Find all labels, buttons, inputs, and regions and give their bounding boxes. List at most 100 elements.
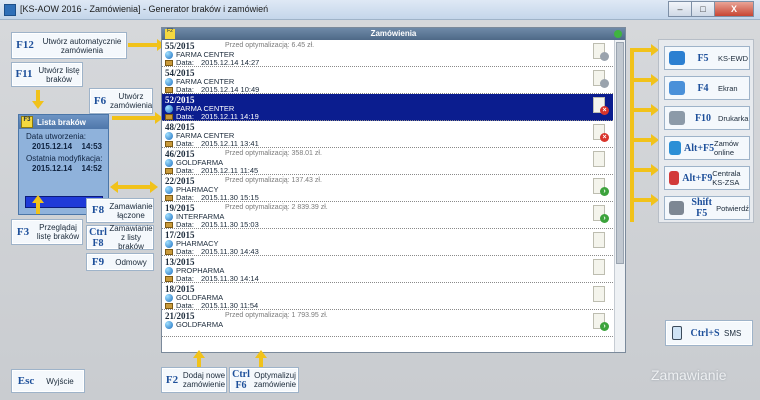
- arrow-right-2: [630, 74, 659, 86]
- created-value: 2015.12.14 14:53: [19, 141, 108, 151]
- orders-list: 55/2015 Przed optymalizacją: 6.45 zł. FA…: [162, 40, 613, 352]
- f12-auto-orders-button[interactable]: F12 Utwórz automatycznie zamówienia: [11, 32, 127, 59]
- f6-create-orders-button[interactable]: F6 Utwórz zamówienia: [89, 88, 153, 114]
- esc-exit-button[interactable]: Esc Wyjście: [11, 369, 85, 393]
- order-row[interactable]: 54/2015 FARMA CENTER Data: 2015.12.14 10…: [162, 67, 613, 94]
- scrollbar-thumb[interactable]: [616, 42, 624, 264]
- f11-key: F11: [15, 68, 33, 80]
- optimization-note: Przed optymalizacją: 6.45 zł.: [225, 42, 315, 49]
- arrow-right-4: [630, 134, 659, 146]
- f11-shortage-list-button[interactable]: F11 Utwórz listę braków: [11, 62, 83, 87]
- sms-key: Ctrl+S: [690, 327, 720, 339]
- printer-icon: [669, 111, 685, 125]
- order-row[interactable]: 13/2015 PROPHARMA Data: 2015.11.30 14:14: [162, 256, 613, 283]
- option-label: Drukarka: [718, 113, 749, 123]
- ctrl-f8-order-from-shortage-button[interactable]: Ctrl F8 Zamawianie z listy braków: [86, 224, 154, 251]
- order-row[interactable]: 46/2015 Przed optymalizacją: 358.01 zł. …: [162, 148, 613, 175]
- f3-label: Przeglądaj listę braków: [36, 223, 80, 241]
- ctrl-f6-optimize-button[interactable]: Ctrl F6 Optymalizuj zamówienie: [229, 367, 299, 393]
- title-bar: [KS-AOW 2016 - Zamówienia] - Generator b…: [0, 0, 760, 20]
- order-date: 2015.12.11 14:19: [200, 112, 259, 121]
- order-date-row: Data: 2015.12.11 14:19: [165, 112, 259, 121]
- status-icon: [600, 52, 609, 61]
- output-option-button[interactable]: Alt+F5 Zamów online: [664, 136, 750, 160]
- output-option-button[interactable]: F5 KS-EWD: [664, 46, 750, 70]
- confirm-icon: [669, 201, 685, 215]
- document-icon: [593, 232, 605, 248]
- ctrl-f8-key-modifier: Ctrl: [89, 226, 107, 238]
- ctrl-f8-key: Ctrl F8: [87, 227, 109, 249]
- created-label: Data utworzenia:: [26, 132, 87, 141]
- optimization-note: Przed optymalizacją: 358.01 zł.: [225, 150, 322, 157]
- created-date: 2015.12.14: [32, 142, 73, 151]
- orders-panel-header: F2 Zamówienia: [162, 28, 625, 40]
- order-date-label: Data:: [176, 193, 194, 202]
- orders-scrollbar[interactable]: [614, 40, 625, 352]
- refresh-icon[interactable]: [614, 30, 622, 38]
- arrow-link: [110, 181, 158, 193]
- order-date-label: Data:: [176, 247, 194, 256]
- maximize-button[interactable]: □: [691, 1, 715, 17]
- order-client: GOLDFARMA: [165, 320, 223, 329]
- minimize-button[interactable]: –: [668, 1, 692, 17]
- option-label: Ekran: [718, 83, 738, 93]
- orders-panel: F2 Zamówienia 55/2015 Przed optymalizacj…: [161, 27, 626, 353]
- order-row[interactable]: 19/2015 Przed optymalizacją: 2 839.39 zł…: [162, 202, 613, 229]
- close-button[interactable]: X: [714, 1, 754, 17]
- order-date-label: Data:: [176, 274, 194, 283]
- arrow-right-1: [630, 44, 659, 56]
- order-row[interactable]: 52/2015 FARMA CENTER Data: 2015.12.11 14…: [162, 94, 613, 121]
- option-key: Alt+F9: [682, 172, 713, 184]
- f8-combined-order-button[interactable]: F8 Zamawianie łączone: [86, 198, 154, 223]
- f3-badge: F3: [21, 116, 33, 128]
- order-date-row: Data: 2015.12.14 14:27: [165, 58, 259, 67]
- optimization-note: Przed optymalizacją: 137.43 zł.: [225, 177, 322, 184]
- package-icon: [165, 167, 173, 174]
- output-option-button[interactable]: F4 Ekran: [664, 76, 750, 100]
- output-option-button[interactable]: F10 Drukarka: [664, 106, 750, 130]
- f3-browse-shortage-button[interactable]: F3 Przeglądaj listę braków: [11, 219, 83, 245]
- right-bracket: [630, 48, 634, 222]
- option-label: Zamów online: [714, 139, 739, 157]
- cart-icon: [669, 141, 681, 155]
- package-icon: [165, 140, 173, 147]
- order-date-row: Data: 2015.12.11 11:45: [165, 166, 258, 175]
- order-row[interactable]: 22/2015 Przed optymalizacją: 137.43 zł. …: [162, 175, 613, 202]
- order-row[interactable]: 17/2015 PHARMACY Data: 2015.11.30 14:43: [162, 229, 613, 256]
- sms-button[interactable]: Ctrl+S SMS: [665, 320, 753, 346]
- window-controls: – □ X: [668, 1, 754, 17]
- orders-panel-title: Zamówienia: [370, 29, 417, 38]
- f2-key: F2: [165, 373, 179, 386]
- order-row[interactable]: 18/2015 GOLDFARMA Data: 2015.11.30 11:54: [162, 283, 613, 310]
- order-date-label: Data:: [176, 166, 194, 175]
- order-row[interactable]: 55/2015 Przed optymalizacją: 6.45 zł. FA…: [162, 40, 613, 67]
- arrow-f6: [112, 112, 163, 124]
- package-icon: [165, 113, 173, 120]
- phone-icon: [672, 326, 682, 340]
- order-date-label: Data:: [176, 301, 194, 310]
- shortage-list-header: F3 Lista braków: [19, 115, 108, 129]
- f6-key: F6: [93, 94, 107, 107]
- status-icon: ›: [600, 322, 609, 331]
- order-date: 2015.12.11 11:45: [200, 166, 259, 175]
- order-row[interactable]: 48/2015 FARMA CENTER Data: 2015.12.11 13…: [162, 121, 613, 148]
- order-row[interactable]: 21/2015 Przed optymalizacją: 1 793.95 zł…: [162, 310, 613, 337]
- esc-key: Esc: [17, 374, 35, 387]
- client-name: GOLDFARMA: [176, 320, 224, 329]
- package-icon: [165, 248, 173, 255]
- order-date: 2015.11.30 14:43: [200, 247, 259, 256]
- modified-date: 2015.12.14: [32, 164, 73, 173]
- option-label: Potwierdź: [716, 203, 749, 213]
- option-key: Alt+F5: [684, 142, 715, 154]
- arrow-ctrl-f6: [255, 350, 267, 367]
- order-date-row: Data: 2015.11.30 11:54: [165, 301, 258, 310]
- app-icon: [4, 4, 16, 16]
- f2-new-order-button[interactable]: F2 Dodaj nowe zamówienie: [161, 367, 227, 393]
- f9-refusals-button[interactable]: F9 Odmowy: [86, 253, 154, 271]
- status-icon: ›: [600, 187, 609, 196]
- f3-key: F3: [16, 225, 30, 238]
- output-option-button[interactable]: Shift F5 Potwierdź: [664, 196, 750, 220]
- order-date-label: Data:: [176, 220, 194, 229]
- sms-label: SMS: [724, 328, 742, 338]
- output-option-button[interactable]: Alt+F9 Centrala KS-ZSA: [664, 166, 750, 190]
